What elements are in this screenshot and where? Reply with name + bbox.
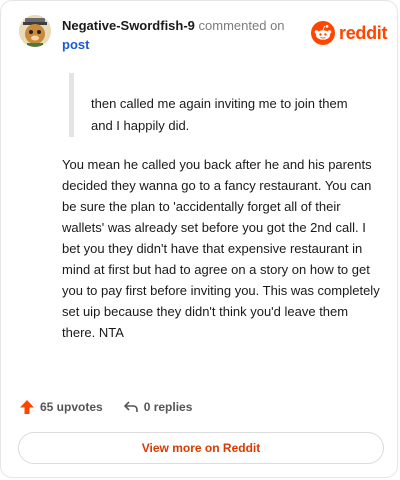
reddit-logo-icon <box>311 21 335 45</box>
reddit-brand[interactable]: reddit <box>311 21 388 45</box>
comment-action-text: commented on <box>194 18 285 33</box>
post-link[interactable]: post <box>62 37 285 53</box>
avatar[interactable] <box>19 15 51 47</box>
embedded-comment-card: Negative-Swordfish-9 commented on post r… <box>0 0 398 478</box>
comment-actions: 65 upvotes 0 replies <box>19 399 192 415</box>
upvote-count: 65 upvotes <box>40 400 103 414</box>
comment-body: You mean he called you back after he and… <box>62 157 380 340</box>
username-link[interactable]: Negative-Swordfish-9 <box>62 18 195 33</box>
quoted-text: then called me again inviting me to join… <box>91 96 348 133</box>
reddit-wordmark: reddit <box>339 22 388 43</box>
reply-button[interactable]: 0 replies <box>123 399 193 415</box>
reply-arrow-icon <box>123 401 138 412</box>
reply-count: 0 replies <box>143 400 193 414</box>
comment-header: Negative-Swordfish-9 commented on post <box>62 18 285 53</box>
avatar-icon <box>19 15 51 47</box>
upvote-button[interactable]: 65 upvotes <box>19 399 103 415</box>
view-more-button[interactable]: View more on Reddit <box>18 432 384 464</box>
upvote-arrow-icon <box>20 400 34 414</box>
